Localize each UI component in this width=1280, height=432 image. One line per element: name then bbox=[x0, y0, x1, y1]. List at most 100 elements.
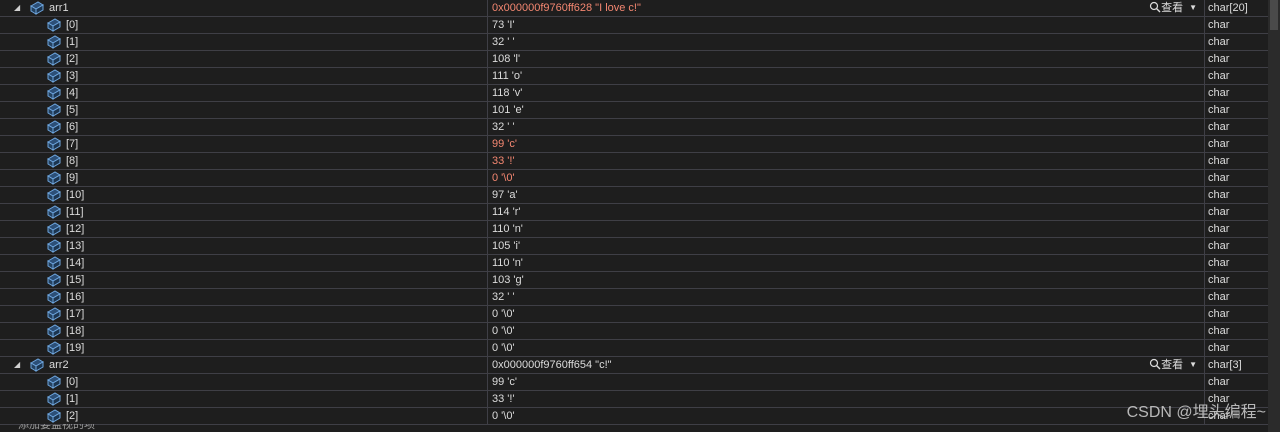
name-cell: [0] bbox=[0, 374, 486, 390]
element-row[interactable]: [5] 101 'e' char bbox=[0, 102, 1268, 119]
value-cell[interactable]: 0 '\0' bbox=[487, 340, 1204, 356]
value-text: 0x000000f9760ff654 "c!" bbox=[492, 359, 612, 371]
type-cell: char bbox=[1204, 374, 1268, 390]
variable-name: [9] bbox=[66, 172, 79, 184]
value-text: 33 '!' bbox=[492, 393, 515, 405]
variable-row[interactable]: ◢ arr1 0x000000f9760ff628 "I love c!" 查看 ▼ ch… bbox=[0, 0, 1268, 17]
value-text: 103 'g' bbox=[492, 274, 524, 286]
element-row[interactable]: [11] 114 'r' char bbox=[0, 204, 1268, 221]
view-visualizer-button[interactable]: 查看 ▼ bbox=[1149, 0, 1197, 16]
value-cell[interactable]: 114 'r' bbox=[487, 204, 1204, 220]
name-cell: [11] bbox=[0, 204, 486, 220]
element-row[interactable]: [0] 99 'c' char bbox=[0, 374, 1268, 391]
value-cell[interactable]: 111 'o' bbox=[487, 68, 1204, 84]
value-cell[interactable]: 0x000000f9760ff628 "I love c!" 查看 ▼ bbox=[487, 0, 1204, 16]
element-row[interactable]: [1] 32 ' ' char bbox=[0, 34, 1268, 51]
variable-name: [0] bbox=[66, 19, 79, 31]
value-cell[interactable]: 110 'n' bbox=[487, 255, 1204, 271]
variable-name: [10] bbox=[66, 189, 85, 201]
element-row[interactable]: [8] 33 '!' char bbox=[0, 153, 1268, 170]
element-row[interactable]: [13] 105 'i' char bbox=[0, 238, 1268, 255]
element-row[interactable]: [16] 32 ' ' char bbox=[0, 289, 1268, 306]
value-cell[interactable]: 32 ' ' bbox=[487, 34, 1204, 50]
value-cell[interactable]: 103 'g' bbox=[487, 272, 1204, 288]
value-cell[interactable]: 0x000000f9760ff654 "c!" 查看 ▼ bbox=[487, 357, 1204, 373]
type-cell: char bbox=[1204, 238, 1268, 254]
type-cell: char bbox=[1204, 255, 1268, 271]
variable-row[interactable]: ◢ arr2 0x000000f9760ff654 "c!" 查看 ▼ char[3] bbox=[0, 357, 1268, 374]
collapse-triangle-icon[interactable]: ◢ bbox=[14, 0, 24, 16]
name-cell: [18] bbox=[0, 323, 486, 339]
value-cell[interactable]: 33 '!' bbox=[487, 391, 1204, 407]
value-cell[interactable]: 99 'c' bbox=[487, 374, 1204, 390]
vertical-scrollbar[interactable] bbox=[1268, 0, 1280, 432]
value-cell[interactable]: 32 ' ' bbox=[487, 289, 1204, 305]
element-row[interactable]: [2] 108 'l' char bbox=[0, 51, 1268, 68]
object-cube-icon bbox=[46, 375, 62, 389]
value-cell[interactable]: 0 '\0' bbox=[487, 170, 1204, 186]
variable-name: [7] bbox=[66, 138, 79, 150]
value-text: 33 '!' bbox=[492, 155, 515, 167]
value-cell[interactable]: 73 'I' bbox=[487, 17, 1204, 33]
value-cell[interactable]: 33 '!' bbox=[487, 153, 1204, 169]
value-text: 101 'e' bbox=[492, 104, 524, 116]
element-row[interactable]: [6] 32 ' ' char bbox=[0, 119, 1268, 136]
object-cube-icon bbox=[46, 18, 62, 32]
object-cube-icon bbox=[46, 324, 62, 338]
value-cell[interactable]: 0 '\0' bbox=[487, 306, 1204, 322]
element-row[interactable]: [4] 118 'v' char bbox=[0, 85, 1268, 102]
element-row[interactable]: [18] 0 '\0' char bbox=[0, 323, 1268, 340]
collapse-triangle-icon[interactable]: ◢ bbox=[14, 357, 24, 373]
magnifier-icon bbox=[1149, 358, 1161, 370]
element-row[interactable]: [19] 0 '\0' char bbox=[0, 340, 1268, 357]
chevron-down-icon[interactable]: ▼ bbox=[1189, 357, 1197, 373]
variable-name: arr1 bbox=[49, 2, 69, 14]
element-row[interactable]: [14] 110 'n' char bbox=[0, 255, 1268, 272]
value-cell[interactable]: 32 ' ' bbox=[487, 119, 1204, 135]
element-row[interactable]: [9] 0 '\0' char bbox=[0, 170, 1268, 187]
type-cell: char bbox=[1204, 34, 1268, 50]
object-cube-icon bbox=[46, 256, 62, 270]
value-cell[interactable]: 0 '\0' bbox=[487, 323, 1204, 339]
variable-name: [12] bbox=[66, 223, 85, 235]
view-visualizer-button[interactable]: 查看 ▼ bbox=[1149, 357, 1197, 373]
element-row[interactable]: [1] 33 '!' char bbox=[0, 391, 1268, 408]
element-row[interactable]: [2] 0 '\0' char bbox=[0, 408, 1268, 425]
element-row[interactable]: [12] 110 'n' char bbox=[0, 221, 1268, 238]
value-cell[interactable]: 105 'i' bbox=[487, 238, 1204, 254]
chevron-down-icon[interactable]: ▼ bbox=[1189, 0, 1197, 16]
variable-name: [3] bbox=[66, 70, 79, 82]
element-row[interactable]: [15] 103 'g' char bbox=[0, 272, 1268, 289]
object-cube-icon bbox=[46, 341, 62, 355]
value-cell[interactable]: 99 'c' bbox=[487, 136, 1204, 152]
view-label: 查看 bbox=[1161, 2, 1184, 14]
name-cell: [4] bbox=[0, 85, 486, 101]
name-cell: [5] bbox=[0, 102, 486, 118]
value-cell[interactable]: 101 'e' bbox=[487, 102, 1204, 118]
value-cell[interactable]: 110 'n' bbox=[487, 221, 1204, 237]
value-cell[interactable]: 0 '\0' bbox=[487, 408, 1204, 424]
type-cell: char bbox=[1204, 102, 1268, 118]
value-cell[interactable]: 108 'l' bbox=[487, 51, 1204, 67]
value-text: 0 '\0' bbox=[492, 308, 515, 320]
variable-name: [16] bbox=[66, 291, 85, 303]
type-cell: char bbox=[1204, 153, 1268, 169]
element-row[interactable]: [10] 97 'a' char bbox=[0, 187, 1268, 204]
object-cube-icon bbox=[46, 273, 62, 287]
view-label: 查看 bbox=[1161, 359, 1184, 371]
name-cell: [14] bbox=[0, 255, 486, 271]
add-watch-placeholder[interactable]: 添加要监视的项 bbox=[18, 424, 95, 432]
element-row[interactable]: [17] 0 '\0' char bbox=[0, 306, 1268, 323]
object-cube-icon bbox=[46, 392, 62, 406]
add-watch-row[interactable]: 添加要监视的项 bbox=[0, 424, 1268, 432]
value-text: 108 'l' bbox=[492, 53, 521, 65]
element-row[interactable]: [7] 99 'c' char bbox=[0, 136, 1268, 153]
value-cell[interactable]: 118 'v' bbox=[487, 85, 1204, 101]
object-cube-icon bbox=[46, 103, 62, 117]
element-row[interactable]: [0] 73 'I' char bbox=[0, 17, 1268, 34]
value-cell[interactable]: 97 'a' bbox=[487, 187, 1204, 203]
element-row[interactable]: [3] 111 'o' char bbox=[0, 68, 1268, 85]
scrollbar-thumb[interactable] bbox=[1270, 0, 1278, 30]
type-cell: char bbox=[1204, 68, 1268, 84]
type-cell: char[3] bbox=[1204, 357, 1268, 373]
